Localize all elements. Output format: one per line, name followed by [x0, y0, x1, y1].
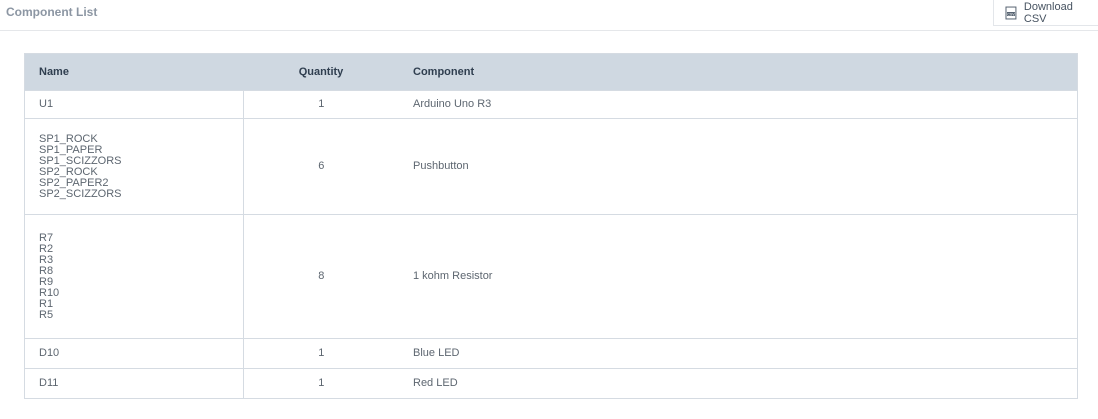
table-header-row: Name Quantity Component	[24, 53, 1078, 91]
component-cell: Pushbutton	[399, 118, 1078, 215]
quantity-cell: 8	[243, 214, 399, 339]
table-row: R7 R2 R3 R8 R9 R10 R1 R5 8 1 kohm Resist…	[24, 214, 1078, 339]
name-cell: U1	[24, 90, 244, 119]
column-header-name[interactable]: Name	[24, 53, 243, 91]
csv-file-icon: CSV	[1005, 6, 1017, 19]
component-cell: Red LED	[399, 368, 1078, 399]
svg-text:CSV: CSV	[1007, 12, 1015, 16]
table-row: SP1_ROCK SP1_PAPER SP1_SCIZZORS SP2_ROCK…	[24, 118, 1078, 215]
component-cell: Blue LED	[399, 338, 1078, 369]
component-cell: 1 kohm Resistor	[399, 214, 1078, 339]
top-bar: Component List CSV Download CSV	[0, 0, 1098, 31]
download-csv-label: Download CSV	[1023, 0, 1073, 25]
name-cell: R7 R2 R3 R8 R9 R10 R1 R5	[24, 214, 244, 339]
component-table: Name Quantity Component U1 1 Arduino Uno…	[24, 53, 1078, 399]
component-table-container: Name Quantity Component U1 1 Arduino Uno…	[24, 53, 1078, 399]
quantity-cell: 1	[243, 338, 399, 369]
download-csv-button[interactable]: CSV Download CSV	[993, 0, 1098, 26]
name-cell: SP1_ROCK SP1_PAPER SP1_SCIZZORS SP2_ROCK…	[24, 118, 244, 215]
column-header-component[interactable]: Component	[399, 53, 1078, 91]
table-row: D10 1 Blue LED	[24, 338, 1078, 369]
table-row: D11 1 Red LED	[24, 368, 1078, 399]
page-title: Component List	[6, 5, 98, 19]
component-cell: Arduino Uno R3	[399, 90, 1078, 119]
name-cell: D11	[24, 368, 244, 399]
name-cell: D10	[24, 338, 244, 369]
quantity-cell: 1	[243, 90, 399, 119]
column-header-quantity[interactable]: Quantity	[243, 53, 399, 91]
quantity-cell: 1	[243, 368, 399, 399]
quantity-cell: 6	[243, 118, 399, 215]
table-row: U1 1 Arduino Uno R3	[24, 90, 1078, 119]
